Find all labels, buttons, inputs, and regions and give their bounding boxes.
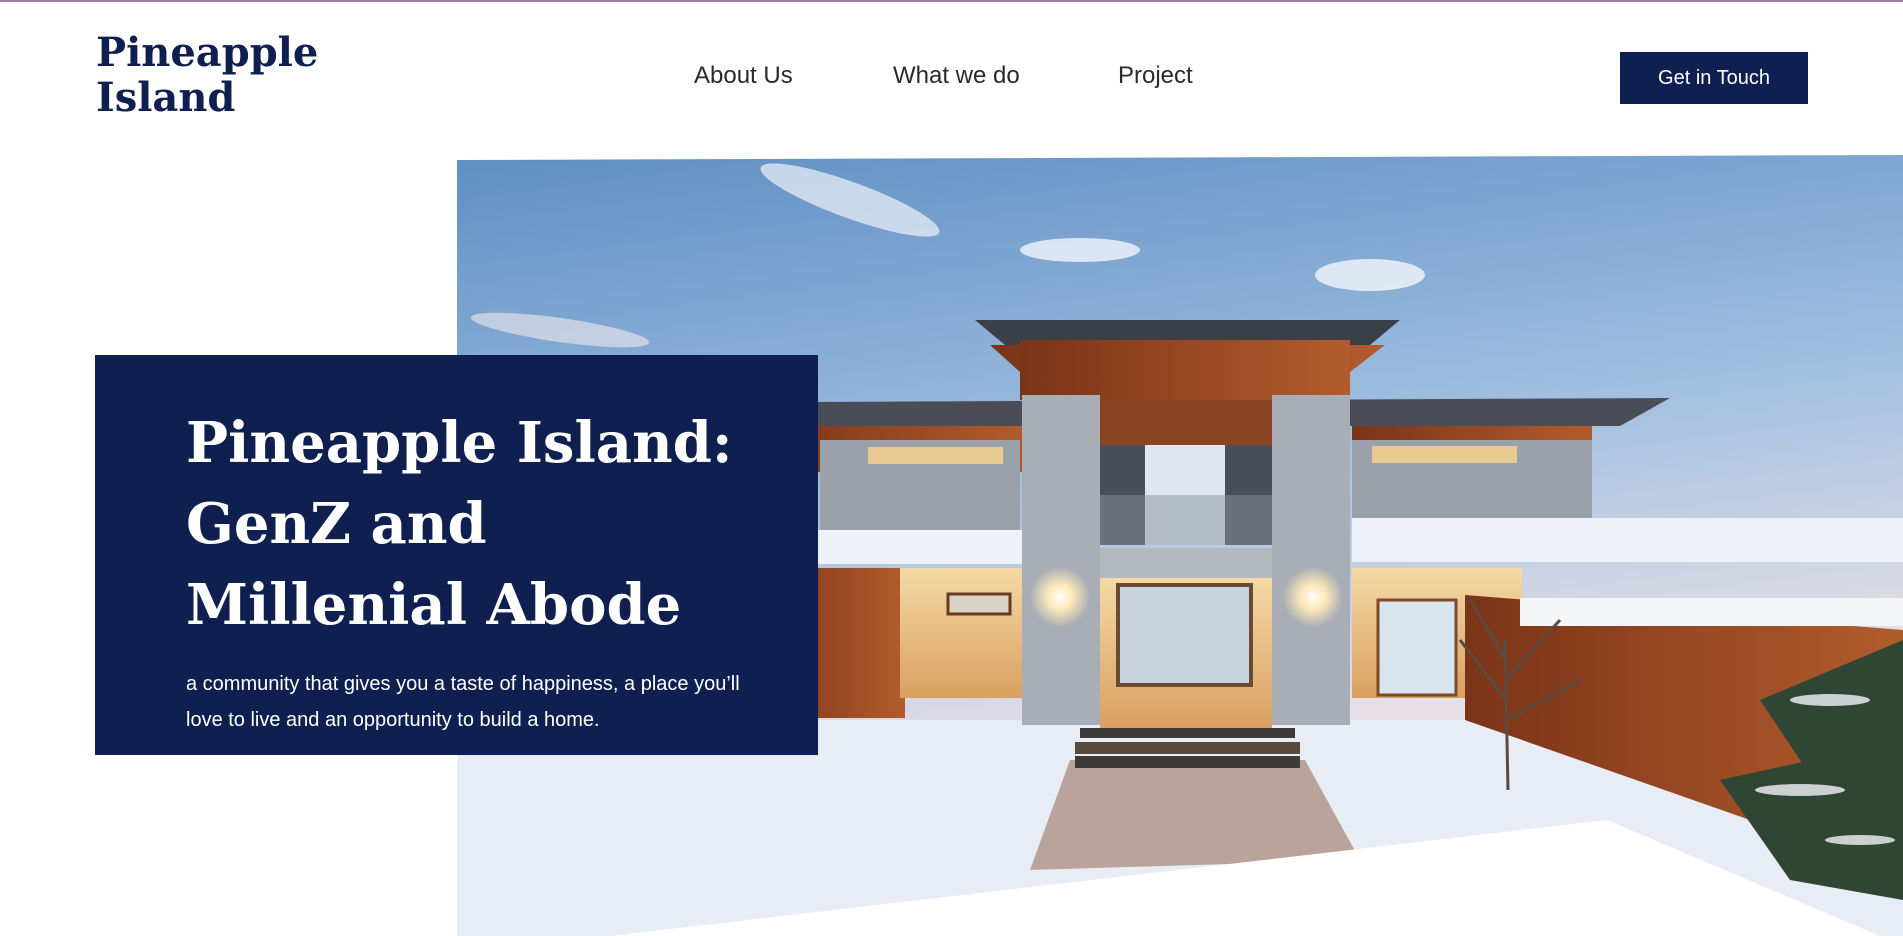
hero-title: Pineapple Island: GenZ and Millenial Abo… bbox=[186, 410, 733, 638]
hero-subtitle: a community that gives you a taste of ha… bbox=[186, 673, 740, 731]
hero-card: Pineapple Island: GenZ and Millenial Abo… bbox=[95, 355, 818, 755]
